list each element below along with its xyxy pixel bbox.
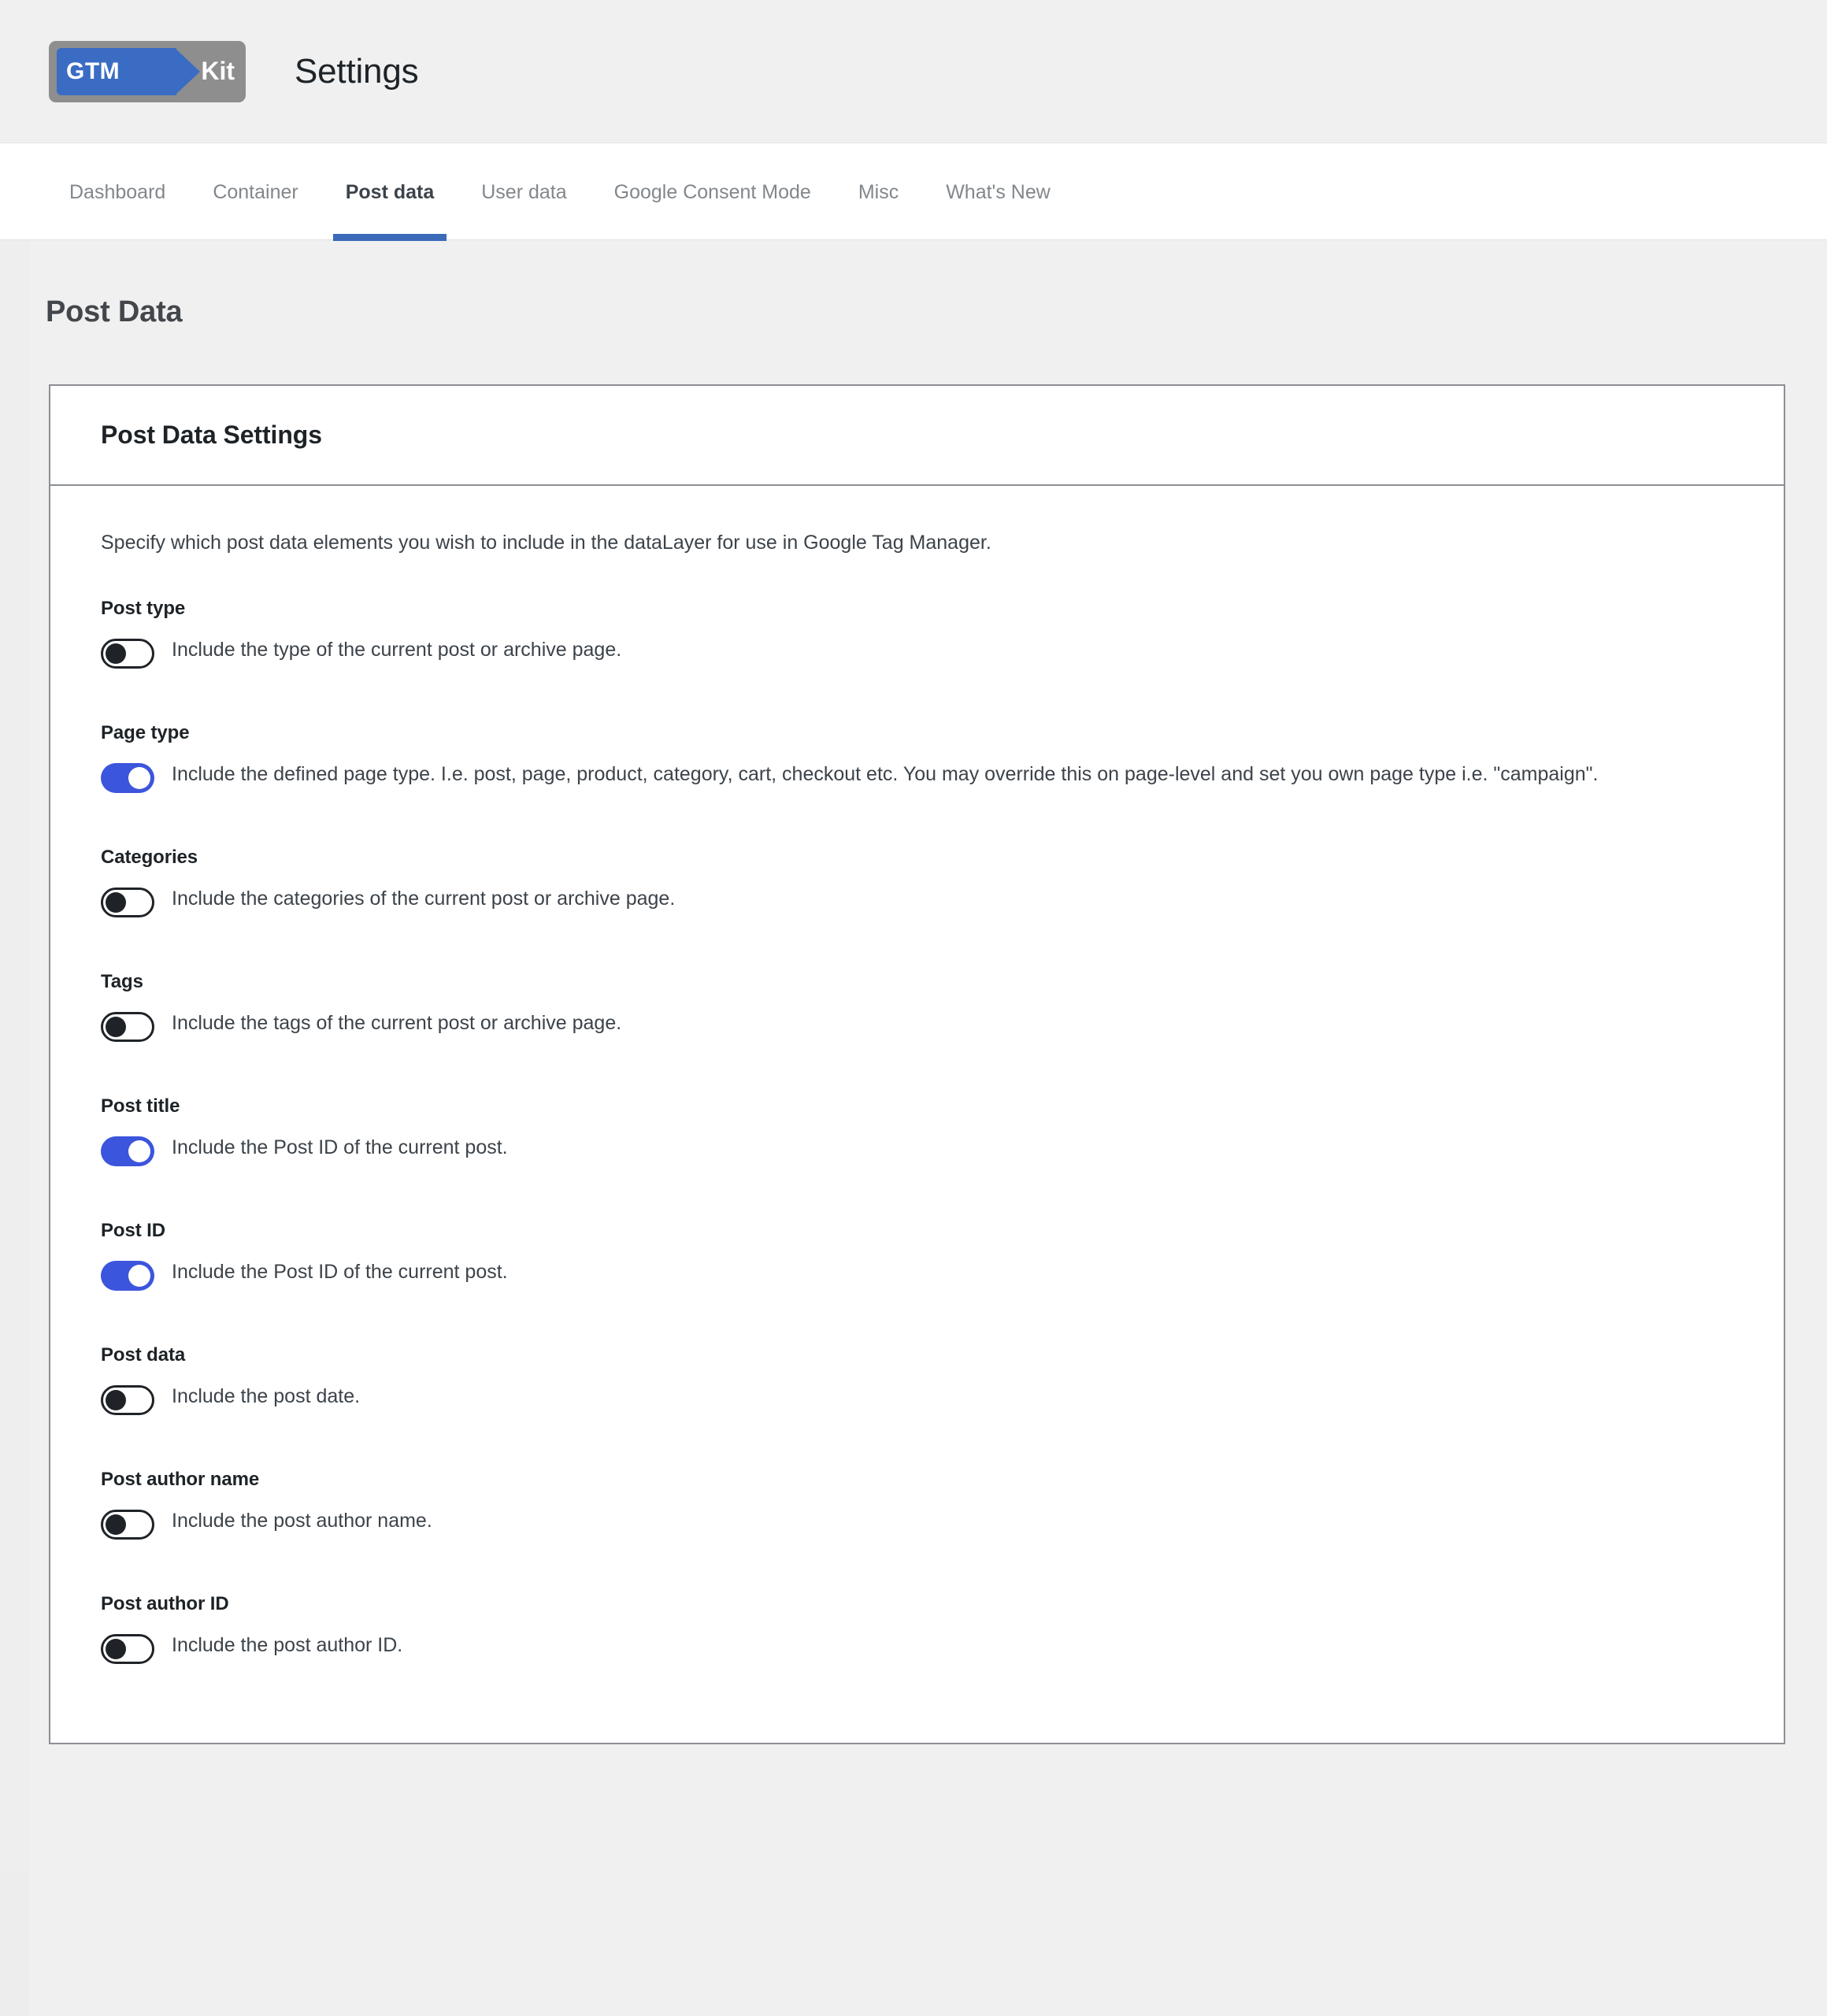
- toggle-knob: [106, 1390, 126, 1411]
- toggle-post-type[interactable]: [101, 639, 154, 669]
- setting-row: Include the categories of the current po…: [101, 886, 1733, 918]
- page-header: GTM Kit Settings: [0, 0, 1827, 143]
- setting-tags: Tags Include the tags of the current pos…: [101, 971, 1733, 1043]
- setting-description: Include the type of the current post or …: [172, 639, 622, 662]
- setting-row: Include the defined page type. I.e. post…: [101, 762, 1733, 794]
- setting-label: Post author name: [101, 1469, 260, 1491]
- setting-label: Post author ID: [101, 1593, 229, 1615]
- tab-google-consent-mode[interactable]: Google Consent Mode: [591, 143, 835, 241]
- setting-post-id: Post ID Include the Post ID of the curre…: [101, 1220, 1733, 1292]
- logo-kit-text: Kit: [201, 57, 235, 85]
- tab-whats-new[interactable]: What's New: [922, 143, 1074, 241]
- setting-label: Post data: [101, 1344, 186, 1366]
- setting-row: Include the post date.: [101, 1384, 1733, 1416]
- setting-row: Include the post author name.: [101, 1508, 1733, 1540]
- tab-user-data[interactable]: User data: [458, 143, 590, 241]
- toggle-post-data[interactable]: [101, 1385, 154, 1416]
- setting-post-type: Post type Include the type of the curren…: [101, 598, 1733, 669]
- card-title: Post Data Settings: [101, 421, 322, 449]
- tab-misc[interactable]: Misc: [835, 143, 922, 241]
- setting-page-type: Page type Include the defined page type.…: [101, 722, 1733, 794]
- setting-description: Include the tags of the current post or …: [172, 1012, 622, 1035]
- toggle-post-id[interactable]: [101, 1261, 154, 1292]
- setting-row: Include the Post ID of the current post.: [101, 1135, 1733, 1167]
- app-title: Settings: [295, 51, 419, 91]
- tab-post-data[interactable]: Post data: [322, 143, 458, 241]
- setting-post-title: Post title Include the Post ID of the cu…: [101, 1095, 1733, 1167]
- setting-label: Post title: [101, 1095, 180, 1117]
- card-intro-text: Specify which post data elements you wis…: [101, 532, 991, 554]
- setting-post-author-name: Post author name Include the post author…: [101, 1469, 1733, 1540]
- setting-row: Include the tags of the current post or …: [101, 1010, 1733, 1043]
- toggle-categories[interactable]: [101, 888, 154, 918]
- setting-post-author-id: Post author ID Include the post author I…: [101, 1593, 1733, 1665]
- toggle-knob: [128, 1140, 150, 1163]
- setting-description: Include the Post ID of the current post.: [172, 1136, 508, 1159]
- setting-label: Page type: [101, 722, 190, 744]
- settings-tab-bar: Dashboard Container Post data User data …: [0, 143, 1827, 241]
- toggle-knob: [106, 643, 126, 665]
- setting-label: Categories: [101, 847, 198, 869]
- toggle-knob: [106, 1639, 126, 1660]
- toggle-tags[interactable]: [101, 1012, 154, 1043]
- setting-description: Include the Post ID of the current post.: [172, 1261, 508, 1284]
- content-area: Post Data Post Data Settings Specify whi…: [0, 240, 1827, 1745]
- setting-label: Post type: [101, 598, 186, 620]
- tab-container[interactable]: Container: [189, 143, 321, 241]
- setting-label: Tags: [101, 971, 143, 993]
- gtm-kit-logo: GTM Kit: [49, 40, 246, 102]
- toggle-knob: [128, 767, 150, 790]
- admin-sidebar-strip-segment: [0, 1874, 29, 2016]
- setting-description: Include the post date.: [172, 1385, 361, 1408]
- toggle-page-type[interactable]: [101, 763, 154, 794]
- setting-label: Post ID: [101, 1220, 165, 1242]
- toggle-post-author-name[interactable]: [101, 1510, 154, 1540]
- toggle-post-title[interactable]: [101, 1136, 154, 1167]
- admin-sidebar-strip: [0, 0, 29, 2016]
- post-data-settings-card: Post Data Settings Specify which post da…: [49, 384, 1785, 1745]
- toggle-knob: [128, 1265, 150, 1288]
- logo-arrow-icon: [175, 47, 200, 95]
- setting-description: Include the categories of the current po…: [172, 888, 676, 910]
- toggle-post-author-id[interactable]: [101, 1634, 154, 1665]
- setting-row: Include the post author ID.: [101, 1632, 1733, 1665]
- setting-row: Include the type of the current post or …: [101, 637, 1733, 669]
- setting-description: Include the post author name.: [172, 1510, 432, 1532]
- setting-categories: Categories Include the categories of the…: [101, 847, 1733, 918]
- setting-row: Include the Post ID of the current post.: [101, 1259, 1733, 1292]
- tab-dashboard[interactable]: Dashboard: [46, 143, 189, 241]
- card-body: Specify which post data elements you wis…: [50, 486, 1784, 1743]
- page-title: Post Data: [46, 295, 183, 328]
- toggle-knob: [106, 892, 126, 914]
- toggle-knob: [106, 1017, 126, 1038]
- setting-description: Include the post author ID.: [172, 1634, 403, 1657]
- card-header: Post Data Settings: [50, 386, 1784, 486]
- toggle-knob: [106, 1514, 126, 1536]
- setting-post-data: Post data Include the post date.: [101, 1344, 1733, 1416]
- logo-gtm-badge: GTM: [57, 47, 176, 95]
- setting-description: Include the defined page type. I.e. post…: [172, 763, 1599, 786]
